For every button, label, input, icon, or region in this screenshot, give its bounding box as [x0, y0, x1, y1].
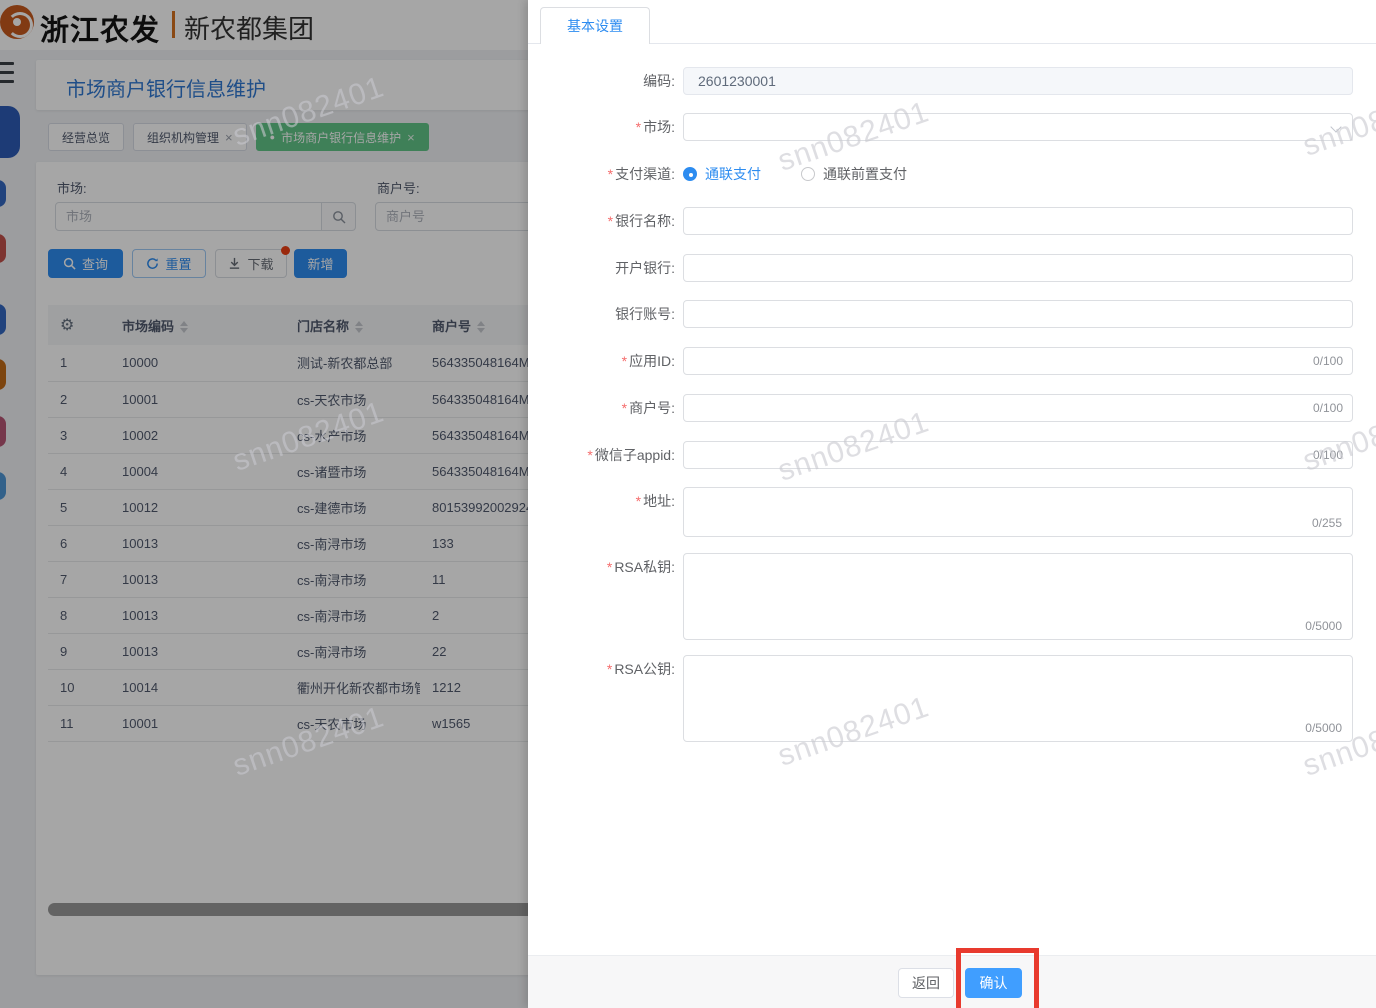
field-label: * 市场: [635, 119, 675, 135]
char-counter: 0/255 [1311, 516, 1342, 530]
radio-unselected-icon [801, 167, 815, 181]
field-label: * 微信子appid: [587, 447, 675, 463]
field-label: 编码: [643, 73, 675, 89]
field-label: * RSA私钥: [606, 559, 675, 575]
drawer-tabbar-border [528, 43, 1376, 44]
field-label: 开户银行: [615, 260, 675, 276]
chevron-down-icon [1330, 121, 1342, 133]
field-label: * 商户号: [621, 400, 675, 416]
back-button[interactable]: 返回 [898, 968, 954, 998]
merchant-no-input[interactable] [683, 394, 1353, 422]
char-counter: 0/5000 [1305, 721, 1342, 735]
field-label: * 应用ID: [621, 353, 675, 369]
screen: 浙江农发 新农都集团 市场商户银行信息维护 经营总览 组织机构管理 × ● 市场… [0, 0, 1376, 1008]
radio-selected-icon [683, 167, 697, 181]
highlight-annotation-box [956, 948, 1039, 1008]
tab-label: 基本设置 [567, 18, 623, 34]
bank-account-input[interactable] [683, 300, 1353, 328]
field-label: * 地址: [635, 493, 675, 509]
edit-drawer: 基本设置 编码: *市场: *支付渠道: 通联支付 [528, 0, 1376, 1008]
radio-tonglian-front-pay[interactable]: 通联前置支付 [801, 164, 907, 184]
field-label: * 支付渠道: [607, 166, 675, 182]
rsa-private-textarea[interactable]: 0/5000 [683, 553, 1353, 640]
drawer-footer: 返回 确认 [528, 955, 1376, 1008]
market-select[interactable] [683, 113, 1353, 141]
bank-branch-input[interactable] [683, 254, 1353, 282]
wechat-appid-input[interactable] [683, 441, 1353, 469]
app-id-input[interactable] [683, 347, 1353, 375]
field-label: 银行账号: [615, 306, 675, 322]
code-input [683, 67, 1353, 95]
field-label: * 银行名称: [607, 213, 675, 229]
tab-basic-settings[interactable]: 基本设置 [540, 7, 650, 44]
radio-label: 通联支付 [705, 166, 761, 182]
radio-tonglian-pay[interactable]: 通联支付 [683, 164, 761, 184]
char-counter: 0/5000 [1305, 619, 1342, 633]
rsa-public-textarea[interactable]: 0/5000 [683, 655, 1353, 742]
field-label: * RSA公钥: [606, 661, 675, 677]
bank-name-input[interactable] [683, 207, 1353, 235]
radio-label: 通联前置支付 [823, 166, 907, 182]
address-textarea[interactable]: 0/255 [683, 487, 1353, 537]
